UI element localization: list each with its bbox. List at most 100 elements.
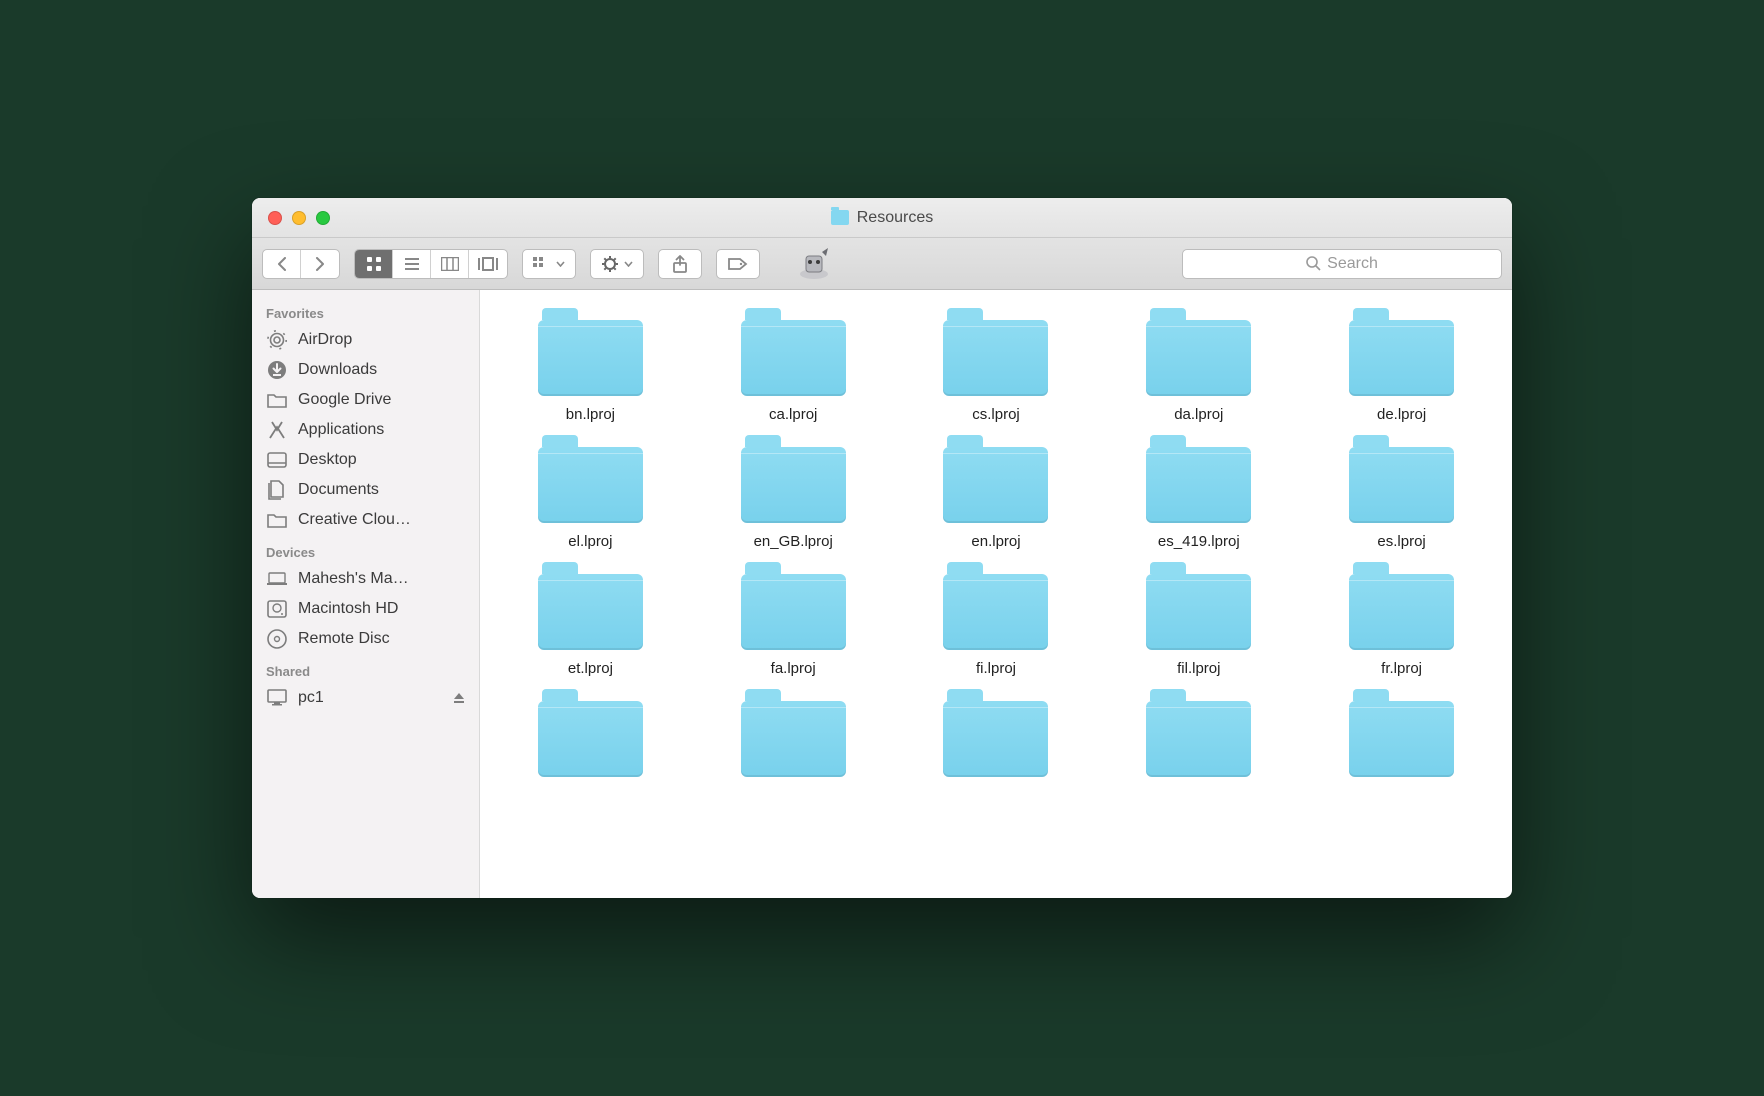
minimize-button[interactable] xyxy=(292,211,306,225)
applications-icon xyxy=(266,420,288,440)
folder-icon xyxy=(943,701,1048,777)
sidebar-item-desktop[interactable]: Desktop xyxy=(252,445,479,475)
folder-label: ca.lproj xyxy=(769,406,817,423)
folder-label: da.lproj xyxy=(1174,406,1223,423)
folder-icon xyxy=(538,447,643,523)
folder-item[interactable]: et.lproj xyxy=(504,574,677,677)
folder-label: bn.lproj xyxy=(566,406,615,423)
group-by-button[interactable] xyxy=(522,249,576,279)
folder-item[interactable] xyxy=(504,701,677,787)
folder-item[interactable]: fa.lproj xyxy=(707,574,880,677)
airdrop-icon xyxy=(266,330,288,350)
documents-icon xyxy=(266,480,288,500)
folder-item[interactable] xyxy=(910,701,1083,787)
folder-label: fa.lproj xyxy=(771,660,816,677)
share-button[interactable] xyxy=(658,249,702,279)
action-menu-button[interactable] xyxy=(590,249,644,279)
folder-item[interactable]: es_419.lproj xyxy=(1112,447,1285,550)
folder-item[interactable]: de.lproj xyxy=(1315,320,1488,423)
titlebar: Resources xyxy=(252,198,1512,238)
folder-item[interactable] xyxy=(707,701,880,787)
back-button[interactable] xyxy=(263,250,301,278)
folder-label: el.lproj xyxy=(568,533,612,550)
folder-label: en_GB.lproj xyxy=(754,533,833,550)
sidebar-item-label: AirDrop xyxy=(298,331,352,349)
disc-icon xyxy=(266,629,288,649)
folder-icon xyxy=(943,574,1048,650)
maximize-button[interactable] xyxy=(316,211,330,225)
folder-icon xyxy=(1146,574,1251,650)
window-title-area: Resources xyxy=(252,209,1512,227)
folder-icon xyxy=(741,320,846,396)
folder-label: cs.lproj xyxy=(972,406,1020,423)
sidebar-item-label: pc1 xyxy=(298,689,324,707)
folder-item[interactable]: fr.lproj xyxy=(1315,574,1488,677)
sidebar-item-creative-cloud[interactable]: Creative Clou… xyxy=(252,505,479,535)
sb-section-shared: Shared xyxy=(252,654,479,683)
sidebar-item-label: Google Drive xyxy=(298,391,391,409)
content-area[interactable]: bn.lproj ca.lproj cs.lproj da.lproj de.lproj… xyxy=(480,290,1512,898)
forward-button[interactable] xyxy=(301,250,339,278)
desktop-icon xyxy=(266,450,288,470)
sidebar-item-remote-disc[interactable]: Remote Disc xyxy=(252,624,479,654)
folder-item[interactable]: en.lproj xyxy=(910,447,1083,550)
search-placeholder: Search xyxy=(1327,255,1378,273)
folder-item[interactable]: fil.lproj xyxy=(1112,574,1285,677)
folder-icon xyxy=(741,447,846,523)
folder-icon xyxy=(266,390,288,410)
folder-icon xyxy=(943,447,1048,523)
sidebar-item-laptop[interactable]: Mahesh's Ma… xyxy=(252,564,479,594)
sidebar-item-downloads[interactable]: Downloads xyxy=(252,355,479,385)
folder-label: fi.lproj xyxy=(976,660,1016,677)
folder-item[interactable]: da.lproj xyxy=(1112,320,1285,423)
toolbar: Search xyxy=(252,238,1512,290)
sidebar-item-google-drive[interactable]: Google Drive xyxy=(252,385,479,415)
hdd-icon xyxy=(266,599,288,619)
folder-label: de.lproj xyxy=(1377,406,1426,423)
sidebar-item-applications[interactable]: Applications xyxy=(252,415,479,445)
icon-view-button[interactable] xyxy=(355,250,393,278)
folder-icon xyxy=(1349,574,1454,650)
search-icon xyxy=(1306,256,1321,271)
folder-icon xyxy=(1146,447,1251,523)
folder-icon xyxy=(538,574,643,650)
sb-section-favorites: Favorites xyxy=(252,296,479,325)
folder-icon xyxy=(741,701,846,777)
folder-item[interactable]: fi.lproj xyxy=(910,574,1083,677)
folder-label: fr.lproj xyxy=(1381,660,1422,677)
eject-icon[interactable] xyxy=(453,692,465,704)
sidebar-item-label: Mahesh's Ma… xyxy=(298,570,409,588)
folder-label: fil.lproj xyxy=(1177,660,1220,677)
sidebar-item-label: Documents xyxy=(298,481,379,499)
folder-item[interactable]: ca.lproj xyxy=(707,320,880,423)
sidebar-item-label: Desktop xyxy=(298,451,357,469)
folder-item[interactable] xyxy=(1112,701,1285,787)
traffic-lights xyxy=(252,211,330,225)
folder-label: et.lproj xyxy=(568,660,613,677)
folder-item[interactable]: es.lproj xyxy=(1315,447,1488,550)
folder-item[interactable]: bn.lproj xyxy=(504,320,677,423)
sidebar-item-airdrop[interactable]: AirDrop xyxy=(252,325,479,355)
folder-item[interactable]: en_GB.lproj xyxy=(707,447,880,550)
folder-label: es.lproj xyxy=(1377,533,1425,550)
folder-item[interactable]: el.lproj xyxy=(504,447,677,550)
automator-icon xyxy=(794,244,834,284)
folder-item[interactable]: cs.lproj xyxy=(910,320,1083,423)
search-field[interactable]: Search xyxy=(1182,249,1502,279)
list-view-button[interactable] xyxy=(393,250,431,278)
sidebar-item-pc1[interactable]: pc1 xyxy=(252,683,479,713)
display-icon xyxy=(266,688,288,708)
folder-item[interactable] xyxy=(1315,701,1488,787)
tags-button[interactable] xyxy=(716,249,760,279)
sidebar-item-macintosh-hd[interactable]: Macintosh HD xyxy=(252,594,479,624)
folder-icon xyxy=(266,510,288,530)
downloads-icon xyxy=(266,360,288,380)
sidebar: Favorites AirDrop Downloads Google Drive… xyxy=(252,290,480,898)
folder-label: es_419.lproj xyxy=(1158,533,1240,550)
sidebar-item-documents[interactable]: Documents xyxy=(252,475,479,505)
folder-icon xyxy=(1349,320,1454,396)
sb-section-devices: Devices xyxy=(252,535,479,564)
close-button[interactable] xyxy=(268,211,282,225)
column-view-button[interactable] xyxy=(431,250,469,278)
gallery-view-button[interactable] xyxy=(469,250,507,278)
